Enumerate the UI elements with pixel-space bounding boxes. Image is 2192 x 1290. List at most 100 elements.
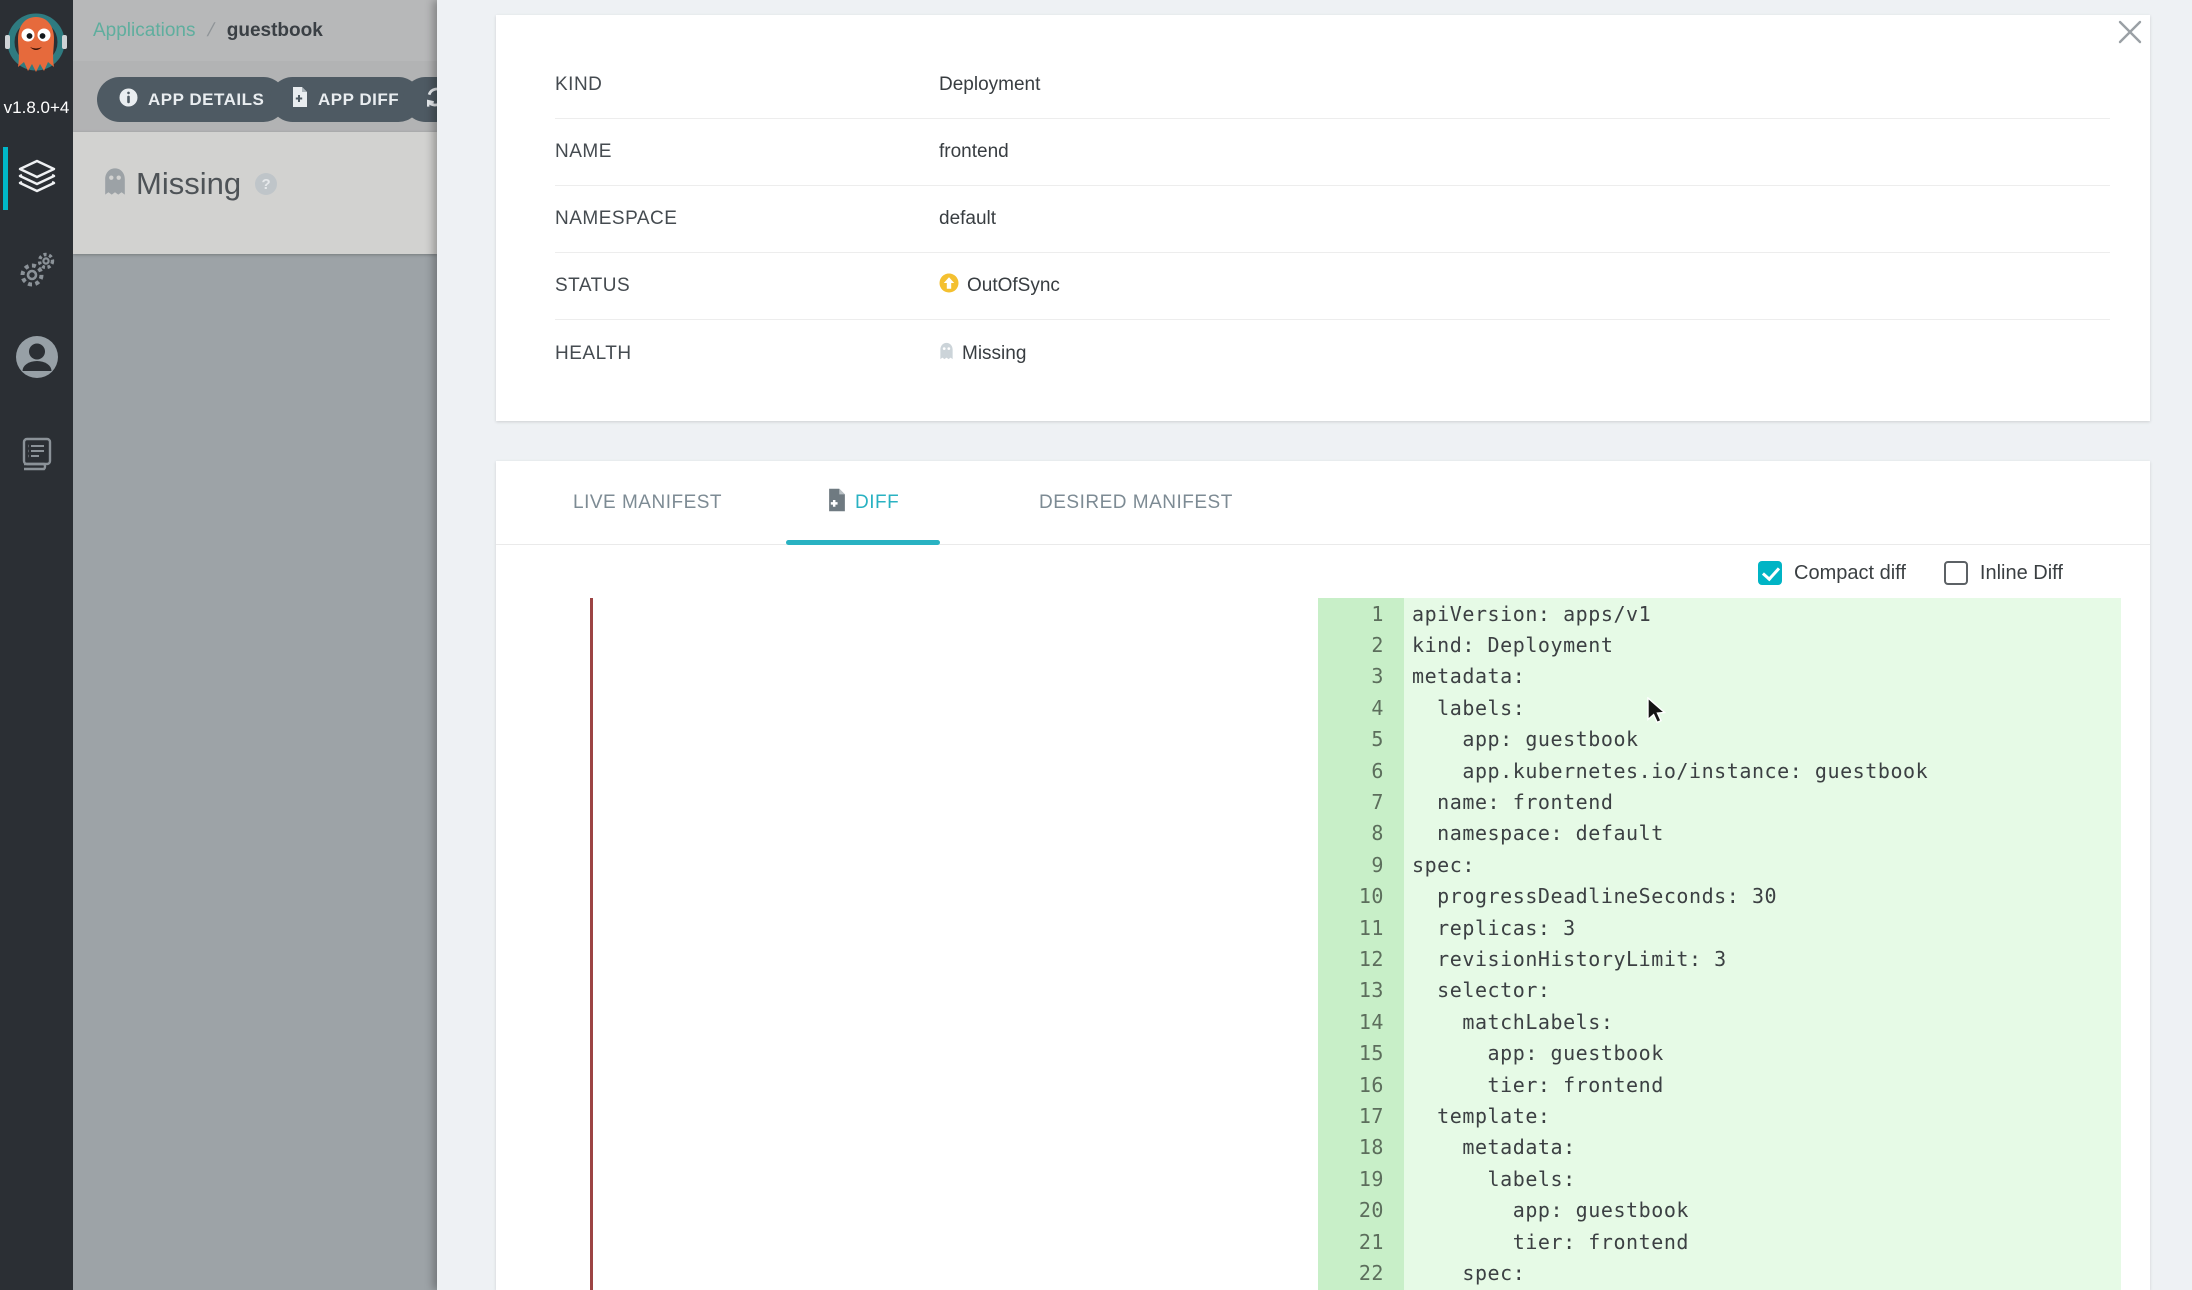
diff-line-text: spec: bbox=[1404, 1261, 1525, 1285]
diff-line-number: 7 bbox=[1318, 790, 1404, 814]
compact-diff-checkbox[interactable] bbox=[1758, 561, 1782, 585]
diff-line: 7 name: frontend bbox=[1318, 786, 2121, 817]
help-icon[interactable]: ? bbox=[255, 173, 277, 195]
tab-label: DESIRED MANIFEST bbox=[1039, 492, 1233, 514]
diff-line: 19 labels: bbox=[1318, 1163, 2121, 1194]
diff-line: 8 namespace: default bbox=[1318, 818, 2121, 849]
sidebar-item-user[interactable] bbox=[0, 326, 73, 393]
resource-details-panel: KIND Deployment NAME frontend NAMESPACE … bbox=[437, 0, 2192, 1290]
field-label: NAME bbox=[555, 141, 939, 163]
argo-octopus-logo[interactable] bbox=[4, 4, 69, 94]
gears-icon bbox=[17, 251, 57, 294]
inline-diff-toggle[interactable]: Inline Diff bbox=[1944, 561, 2063, 585]
diff-line: 15 app: guestbook bbox=[1318, 1037, 2121, 1068]
active-tab-underline bbox=[786, 540, 940, 545]
tab-label: DIFF bbox=[855, 492, 899, 514]
diff-line: 11 replicas: 3 bbox=[1318, 912, 2121, 943]
close-icon[interactable] bbox=[2118, 20, 2142, 44]
app-details-button[interactable]: APP DETAILS bbox=[97, 77, 286, 122]
health-value: Missing bbox=[962, 343, 1026, 365]
inline-diff-checkbox[interactable] bbox=[1944, 561, 1968, 585]
field-row-name: NAME frontend bbox=[555, 119, 2110, 186]
diff-line-text: app: guestbook bbox=[1404, 1041, 1664, 1065]
diff-line-text: metadata: bbox=[1404, 664, 1525, 688]
diff-line: 21 tier: frontend bbox=[1318, 1226, 2121, 1257]
breadcrumb-separator: / bbox=[206, 20, 217, 42]
diff-line-text: labels: bbox=[1404, 1167, 1576, 1191]
diff-line-number: 20 bbox=[1318, 1198, 1404, 1222]
diff-line: 22 spec: bbox=[1318, 1257, 2121, 1288]
diff-line-text: app.kubernetes.io/instance: guestbook bbox=[1404, 759, 1928, 783]
argocd-resource-diff-screen: { "app": { "version": "v1.8.0+4" }, "sid… bbox=[0, 0, 2192, 1290]
diff-line-number: 5 bbox=[1318, 727, 1404, 751]
field-row-kind: KIND Deployment bbox=[555, 52, 2110, 119]
diff-line-number: 9 bbox=[1318, 853, 1404, 877]
diff-line: 18 metadata: bbox=[1318, 1132, 2121, 1163]
app-health-heading: Missing bbox=[136, 166, 241, 202]
tab-diff[interactable]: DIFF bbox=[828, 461, 899, 545]
diff-line-text: app: guestbook bbox=[1404, 1198, 1689, 1222]
diff-line-number: 13 bbox=[1318, 978, 1404, 1002]
diff-line-text: namespace: default bbox=[1404, 821, 1664, 845]
sidebar-item-docs[interactable] bbox=[0, 423, 73, 490]
diff-line-text: kind: Deployment bbox=[1404, 633, 1613, 657]
app-status-strip: Missing ? bbox=[73, 132, 437, 254]
diff-controls: Compact diff Inline Diff bbox=[1758, 561, 2063, 585]
inline-diff-label: Inline Diff bbox=[1980, 562, 2063, 585]
ghost-icon-small bbox=[939, 342, 954, 366]
refresh-icon bbox=[425, 86, 437, 113]
tab-desired-manifest[interactable]: DESIRED MANIFEST bbox=[1039, 461, 1233, 545]
diff-line: 9spec: bbox=[1318, 849, 2121, 880]
resource-summary-card: KIND Deployment NAME frontend NAMESPACE … bbox=[496, 15, 2150, 421]
diff-line: 14 matchLabels: bbox=[1318, 1006, 2121, 1037]
diff-line: 2kind: Deployment bbox=[1318, 629, 2121, 660]
diff-line-text: metadata: bbox=[1404, 1135, 1576, 1159]
version-label: v1.8.0+4 bbox=[0, 98, 73, 118]
tab-label: LIVE MANIFEST bbox=[573, 492, 722, 514]
diff-line-text: tier: frontend bbox=[1404, 1230, 1689, 1254]
diff-line-text: revisionHistoryLimit: 3 bbox=[1404, 947, 1727, 971]
diff-line-text: matchLabels: bbox=[1404, 1010, 1613, 1034]
diff-line: 10 progressDeadlineSeconds: 30 bbox=[1318, 881, 2121, 912]
diff-line-text: spec: bbox=[1404, 853, 1475, 877]
tab-live-manifest[interactable]: LIVE MANIFEST bbox=[573, 461, 722, 545]
diff-line-text: apiVersion: apps/v1 bbox=[1404, 602, 1651, 626]
diff-line-number: 14 bbox=[1318, 1010, 1404, 1034]
diff-line-number: 2 bbox=[1318, 633, 1404, 657]
diff-line-text: selector: bbox=[1404, 978, 1551, 1002]
field-label: KIND bbox=[555, 74, 939, 96]
diff-line-text: tier: frontend bbox=[1404, 1073, 1664, 1097]
field-label: NAMESPACE bbox=[555, 208, 939, 230]
diff-line-number: 8 bbox=[1318, 821, 1404, 845]
compact-diff-toggle[interactable]: Compact diff bbox=[1758, 561, 1906, 585]
diff-line-number: 17 bbox=[1318, 1104, 1404, 1128]
diff-line: 5 app: guestbook bbox=[1318, 724, 2121, 755]
field-row-namespace: NAMESPACE default bbox=[555, 186, 2110, 253]
diff-line-number: 6 bbox=[1318, 759, 1404, 783]
diff-line: 4 labels: bbox=[1318, 692, 2121, 723]
diff-line: 20 app: guestbook bbox=[1318, 1194, 2121, 1225]
field-label: HEALTH bbox=[555, 343, 939, 365]
diff-line-number: 12 bbox=[1318, 947, 1404, 971]
sidebar-item-applications[interactable] bbox=[0, 145, 73, 212]
app-diff-label: APP DIFF bbox=[318, 90, 399, 110]
user-icon bbox=[15, 335, 59, 384]
diff-line-number: 16 bbox=[1318, 1073, 1404, 1097]
diff-line: 17 template: bbox=[1318, 1100, 2121, 1131]
app-diff-button[interactable]: APP DIFF bbox=[270, 77, 421, 122]
out-of-sync-icon bbox=[939, 273, 959, 299]
app-details-label: APP DETAILS bbox=[148, 90, 264, 110]
status-value: OutOfSync bbox=[967, 275, 1060, 297]
diff-line-number: 15 bbox=[1318, 1041, 1404, 1065]
manifest-card: LIVE MANIFEST DIFF DESIRED MANIFEST Comp… bbox=[496, 461, 2150, 1290]
manifest-tabs: LIVE MANIFEST DIFF DESIRED MANIFEST bbox=[496, 461, 2150, 545]
breadcrumb-applications-link[interactable]: Applications bbox=[93, 20, 195, 42]
diff-line-text: app: guestbook bbox=[1404, 727, 1639, 751]
diff-lines: 1apiVersion: apps/v12kind: Deployment3me… bbox=[1318, 598, 2121, 1289]
sidebar-item-settings[interactable] bbox=[0, 239, 73, 306]
diff-view: 1apiVersion: apps/v12kind: Deployment3me… bbox=[496, 598, 2150, 1290]
field-label: STATUS bbox=[555, 275, 939, 297]
info-icon bbox=[119, 88, 138, 112]
diff-line: 13 selector: bbox=[1318, 975, 2121, 1006]
breadcrumb: Applications / guestbook bbox=[73, 0, 437, 61]
